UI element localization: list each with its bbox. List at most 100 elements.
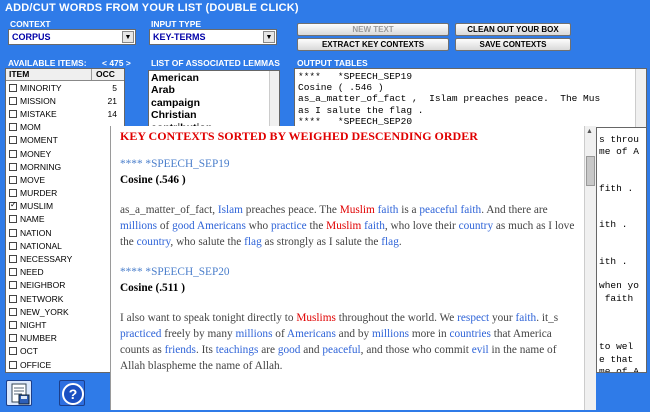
lemma-highlight: friends [164,344,196,356]
popup-scrollbar[interactable]: ▲ [584,126,596,410]
lemma-highlight: teachings [215,344,259,356]
list-item[interactable]: NIGHT [6,318,124,331]
item-checkbox[interactable] [9,334,17,343]
lemma-highlight: millions [235,328,273,340]
keyword-highlight: Muslim [339,204,375,216]
lemmas-list[interactable]: American Arab campaign Christian contributio… [148,70,280,128]
item-checkbox[interactable] [9,162,17,171]
extract-key-contexts-button[interactable]: EXTRACT KEY CONTEXTS [297,38,449,51]
item-occ: 14 [107,108,117,119]
item-checkbox[interactable] [9,136,17,145]
list-item[interactable]: NEW_YORK [6,305,124,318]
output-scrollbar[interactable] [635,69,646,127]
item-checkbox[interactable] [9,347,17,356]
save-document-button[interactable] [6,380,32,406]
popup-scroll-thumb[interactable] [586,156,595,186]
list-item[interactable]: OFFICE [6,358,124,371]
available-items-list[interactable]: ITEM OCC MINORITY 5 MISSION 21 MISTAKE 14 MOM M… [5,68,125,373]
list-item[interactable]: NETWORK [6,292,124,305]
item-checkbox[interactable] [9,228,17,237]
item-checkbox[interactable] [9,215,17,224]
list-item[interactable]: NEIGHBOR [6,279,124,292]
list-item[interactable]: MOMENT [6,134,124,147]
list-item[interactable]: MISTAKE 14 [6,107,124,120]
scroll-up-icon[interactable]: ▲ [586,128,593,135]
item-checkbox[interactable] [9,255,17,264]
list-item[interactable]: NAME [6,213,124,226]
context-text: . Its [195,344,216,356]
list-item[interactable]: OCT [6,345,124,358]
list-item[interactable]: NEED [6,266,124,279]
list-item[interactable]: MINORITY 5 [6,81,124,94]
lemma-item[interactable]: campaign [149,97,279,109]
output-tables-panel[interactable]: **** *SPEECH_SEP19 Cosine ( .546 ) as_a_ma… [294,68,647,128]
chevron-down-icon[interactable]: ▼ [122,31,134,43]
item-name: MINORITY [20,82,62,93]
lemma-highlight: faith [377,204,399,216]
context-text: who [245,220,271,232]
list-item[interactable]: MURDER [6,187,124,200]
lemma-item[interactable]: American [149,72,279,84]
list-item[interactable]: NATIONAL [6,239,124,252]
context-text: the [306,220,327,232]
item-occ: 21 [107,95,117,106]
clean-out-box-button[interactable]: CLEAN OUT YOUR BOX [455,23,571,36]
help-button[interactable]: ? [59,380,85,406]
lemma-item[interactable]: Arab [149,84,279,96]
output-text-continued: s throu me of A fith . ith . ith . when y… [597,128,646,372]
column-header-item[interactable]: ITEM [6,69,92,80]
item-checkbox[interactable] [9,307,17,316]
input-type-select[interactable]: KEY-TERMS ▼ [149,29,277,45]
item-checkbox[interactable] [9,294,17,303]
lemmas-scrollbar[interactable] [269,71,279,127]
item-checkbox[interactable] [9,96,17,105]
list-item[interactable]: MOVE [6,173,124,186]
item-checkbox[interactable] [9,175,17,184]
list-item[interactable]: NATION1 [6,226,124,239]
item-checkbox[interactable] [9,123,17,132]
save-contexts-button[interactable]: SAVE CONTEXTS [455,38,571,51]
list-item[interactable]: MONEY [6,147,124,160]
lemma-highlight: flag [244,236,262,248]
context-text: and by [335,328,372,340]
list-item[interactable]: MOM [6,121,124,134]
lemma-highlight: faith [515,312,537,324]
item-checkbox[interactable] [9,320,17,329]
item-name: NATION [20,227,52,238]
list-item[interactable]: MUSLIM [6,200,124,213]
column-header-occ[interactable]: OCC [92,69,115,80]
list-item[interactable]: MORNING [6,160,124,173]
chevron-down-icon[interactable]: ▼ [263,31,275,43]
output-line: Cosine ( .546 ) [298,82,384,94]
item-checkbox[interactable] [9,189,17,198]
item-checkbox[interactable] [9,281,17,290]
item-checkbox[interactable] [9,200,17,211]
item-checkbox[interactable] [9,83,17,92]
list-item[interactable]: MISSION 21 [6,94,124,107]
output-tables-panel-continued[interactable]: s throu me of A fith . ith . ith . when y… [596,128,647,373]
list-item[interactable]: NUMBER [6,332,124,345]
cosine-value: Cosine (.546 ) [120,174,186,186]
lemma-item[interactable]: Christian [149,109,279,121]
item-checkbox[interactable] [9,268,17,277]
item-checkbox[interactable] [9,241,17,250]
item-checkbox[interactable] [9,149,17,158]
output-line: as I salute the flag . [298,104,424,116]
item-checkbox[interactable] [9,109,17,118]
lemma-highlight: country [458,220,494,232]
key-contexts-popup[interactable]: KEY CONTEXTS SORTED BY WEIGHED DESCENDIN… [110,126,596,410]
list-item[interactable]: NECESSARY [6,252,124,265]
output-line: as_a_matter_of_fact , Islam preaches pea… [298,93,601,105]
new-text-button[interactable]: NEW TEXT [297,23,449,36]
lemma-highlight: faith [460,204,482,216]
context-select[interactable]: CORPUS ▼ [8,29,136,45]
item-checkbox[interactable] [9,360,17,369]
lemma-highlight: practice [270,220,307,232]
context-text: , and those who commit [360,344,472,356]
context-text: is a [398,204,420,216]
lemma-highlight: millions [371,328,409,340]
